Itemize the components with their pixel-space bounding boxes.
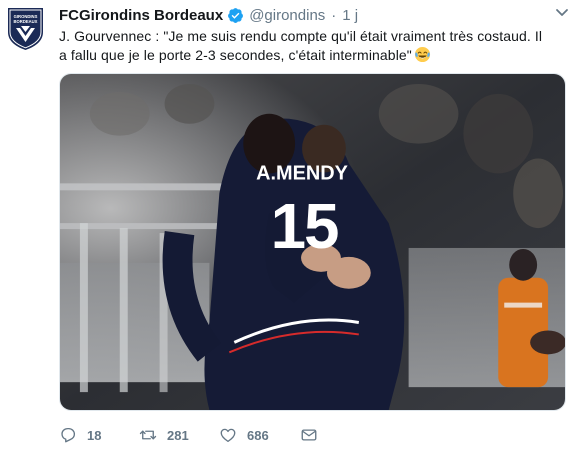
retweet-count: 281 [167, 427, 189, 443]
girondins-crest-icon: GIRONDINS BORDEAUX [8, 8, 43, 50]
tweet-card: GIRONDINS BORDEAUX FCGirondins Bordeaux … [0, 0, 577, 451]
retweet-button[interactable]: 281 [139, 426, 219, 444]
like-button[interactable]: 686 [219, 426, 300, 444]
tweet-timestamp[interactable]: 1 j [342, 7, 358, 24]
reply-button[interactable]: 18 [59, 426, 139, 444]
reply-count: 18 [87, 427, 102, 443]
retweet-icon [139, 426, 157, 444]
tweet-header: FCGirondins Bordeaux @girondins · 1 j [59, 5, 358, 25]
face-with-tears-of-joy-icon [414, 46, 431, 63]
separator-dot: · [331, 6, 337, 24]
reply-icon [59, 426, 77, 444]
tweet-text-block: J. Gourvennec : "Je me suis rendu compte… [59, 27, 549, 65]
svg-text:BORDEAUX: BORDEAUX [14, 19, 38, 24]
avatar[interactable]: GIRONDINS BORDEAUX [6, 6, 45, 51]
heart-icon [219, 426, 237, 444]
jersey-name: A.MENDY [256, 162, 348, 184]
envelope-icon [300, 426, 318, 444]
stadium-photo: A.MENDY 15 [60, 74, 565, 410]
like-count: 686 [247, 427, 269, 443]
display-name[interactable]: FCGirondins Bordeaux [59, 7, 223, 24]
direct-message-button[interactable] [300, 426, 320, 444]
jersey-number: 15 [271, 191, 338, 262]
tweet-actions: 18 281 686 [59, 424, 320, 446]
tweet-text: J. Gourvennec : "Je me suis rendu compte… [59, 28, 543, 63]
verified-badge-icon [227, 7, 244, 24]
user-handle[interactable]: @girondins [249, 7, 325, 24]
chevron-down-icon[interactable] [555, 7, 569, 19]
tweet-media-photo[interactable]: A.MENDY 15 [59, 73, 566, 411]
